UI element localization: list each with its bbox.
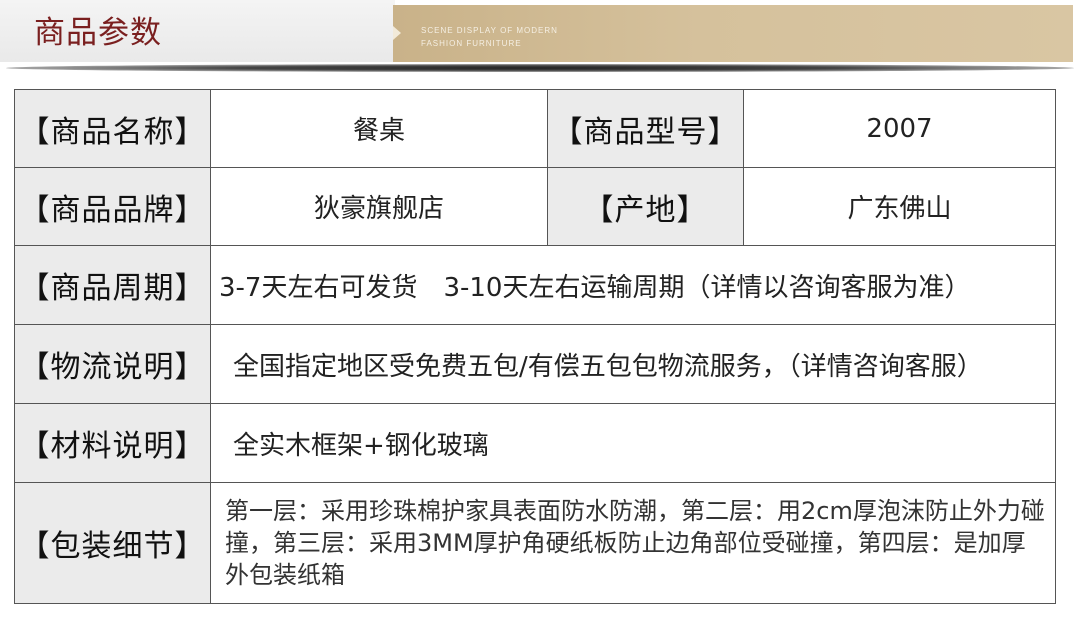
table-row: 【物流说明】 全国指定地区受免费五包/有偿五包包物流服务，（详情咨询客服） <box>14 324 1056 404</box>
title-background: 商品参数 <box>0 0 395 62</box>
label-brand: 【商品品牌】 <box>14 167 211 246</box>
banner-caption-line1: SCENE DISPLAY OF MODERN <box>421 26 558 35</box>
label-packaging: 【包装细节】 <box>14 482 211 604</box>
decorative-banner: SCENE DISPLAY OF MODERN FASHION FURNITUR… <box>393 5 1073 62</box>
value-product-name: 餐桌 <box>210 89 548 168</box>
table-row: 【材料说明】 全实木框架+钢化玻璃 <box>14 403 1056 483</box>
banner-caption: SCENE DISPLAY OF MODERN FASHION FURNITUR… <box>421 24 558 50</box>
banner-caption-line2: FASHION FURNITURE <box>421 39 522 48</box>
value-cycle: 3-7天左右可发货 3-10天左右运输周期（详情以咨询客服为准） <box>210 245 1056 325</box>
product-params-table: 【商品名称】 餐桌 【商品型号】 2007 【商品品牌】 狄豪旗舰店 【产地】 … <box>14 89 1056 604</box>
label-cycle: 【商品周期】 <box>14 245 211 325</box>
value-product-model: 2007 <box>743 89 1056 168</box>
header-shadow-divider <box>6 64 1074 72</box>
value-logistics: 全国指定地区受免费五包/有偿五包包物流服务，（详情咨询客服） <box>210 324 1056 404</box>
value-packaging: 第一层：采用珍珠棉护家具表面防水防潮，第二层：用2cm厚泡沫防止外力碰撞，第三层… <box>210 482 1056 604</box>
section-title: 商品参数 <box>34 15 162 51</box>
table-row: 【包装细节】 第一层：采用珍珠棉护家具表面防水防潮，第二层：用2cm厚泡沫防止外… <box>14 482 1056 604</box>
value-brand: 狄豪旗舰店 <box>210 167 548 246</box>
table-row: 【商品周期】 3-7天左右可发货 3-10天左右运输周期（详情以咨询客服为准） <box>14 245 1056 325</box>
table-row: 【商品品牌】 狄豪旗舰店 【产地】 广东佛山 <box>14 167 1056 246</box>
value-material: 全实木框架+钢化玻璃 <box>210 403 1056 483</box>
label-product-model: 【商品型号】 <box>547 89 744 168</box>
label-product-name: 【商品名称】 <box>14 89 211 168</box>
section-header: 商品参数 SCENE DISPLAY OF MODERN FASHION FUR… <box>0 0 1080 80</box>
table-row: 【商品名称】 餐桌 【商品型号】 2007 <box>14 89 1056 168</box>
value-origin: 广东佛山 <box>743 167 1056 246</box>
label-logistics: 【物流说明】 <box>14 324 211 404</box>
banner-arrow-icon <box>393 26 401 40</box>
label-origin: 【产地】 <box>547 167 744 246</box>
label-material: 【材料说明】 <box>14 403 211 483</box>
